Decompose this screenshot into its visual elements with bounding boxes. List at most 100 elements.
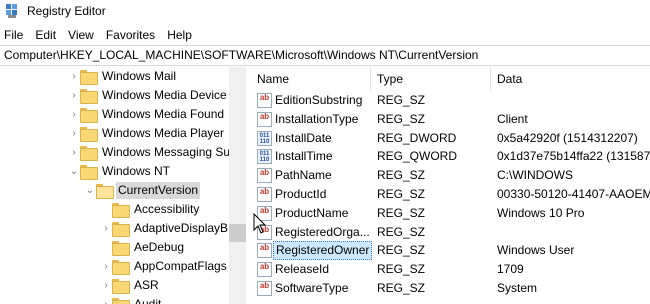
value-data: 0x1d37e75b14ffa22 (13158785 <box>497 149 650 164</box>
menu-edit[interactable]: Edit <box>29 25 62 45</box>
folder-icon <box>80 127 98 142</box>
value-type: REG_SZ <box>377 262 426 277</box>
value-row[interactable]: ab RegisteredOrga... REG_SZ <box>251 223 650 242</box>
value-data: System <box>497 281 538 295</box>
value-name: InstallDate <box>275 130 332 145</box>
value-data: Client <box>497 111 528 126</box>
address-bar[interactable]: Computer\HKEY_LOCAL_MACHINE\SOFTWARE\Mic… <box>0 45 650 66</box>
expand-chevron-icon[interactable]: › <box>68 86 80 105</box>
value-name: ReleaseId <box>275 262 330 277</box>
value-name: SoftwareType <box>275 281 349 295</box>
binary-value-icon: 011 110 <box>257 149 272 165</box>
tree-item-label: AppCompatFlags <box>134 259 227 273</box>
value-name: RegisteredOwner <box>273 241 373 261</box>
tree-item-label: Windows Mail <box>102 69 177 83</box>
value-name: ProductName <box>275 205 349 220</box>
tree-scrollbar-thumb[interactable] <box>229 224 246 242</box>
binary-value-icon: 011 110 <box>257 130 272 146</box>
tree-item-currentversion[interactable]: ⌄ CurrentVersion <box>84 181 201 200</box>
tree-item-aedebug[interactable]: AeDebug <box>100 238 186 257</box>
value-row[interactable]: 011 110 InstallDate REG_DWORD 0x5a42920f (1… <box>251 129 650 148</box>
expand-chevron-icon[interactable]: › <box>100 276 112 295</box>
expand-chevron-icon[interactable]: › <box>68 105 80 124</box>
menu-file[interactable]: File <box>0 25 29 45</box>
tree-scrollbar[interactable] <box>229 67 246 304</box>
value-name: InstallTime <box>275 149 333 164</box>
tree-item-label: CurrentVersion <box>116 182 201 199</box>
value-row[interactable]: ab ReleaseId REG_SZ 1709 <box>251 260 650 279</box>
tree-item-label: AeDebug <box>134 240 185 254</box>
tree-item-label: Windows NT <box>102 164 171 178</box>
expand-chevron-icon[interactable]: › <box>68 124 80 143</box>
folder-icon <box>80 70 98 85</box>
value-type: REG_DWORD <box>377 130 457 145</box>
value-row[interactable]: 011 110 InstallTime REG_QWORD 0x1d37e75b14f… <box>251 147 650 166</box>
column-header-name[interactable]: Name <box>251 67 371 91</box>
title-bar: Registry Editor <box>0 0 650 25</box>
string-value-icon: ab <box>257 111 272 127</box>
value-type: REG_SZ <box>377 168 426 183</box>
value-row[interactable]: ab ProductName REG_SZ Windows 10 Pro <box>251 204 650 223</box>
value-data: 1709 <box>497 262 524 277</box>
tree-item-appcompatflags[interactable]: › AppCompatFlags <box>100 257 229 276</box>
collapse-chevron-icon[interactable]: ⌄ <box>68 162 80 181</box>
folder-icon <box>112 241 130 256</box>
expand-chevron-icon[interactable]: › <box>100 295 112 304</box>
mouse-cursor-icon <box>253 213 267 234</box>
value-type: REG_SZ <box>377 205 426 220</box>
value-row[interactable]: ab InstallationType REG_SZ Client <box>251 110 650 129</box>
tree-item-label: Windows Media Device <box>102 88 227 102</box>
tree-item-windows-media-player[interactable]: › Windows Media Player <box>68 124 226 143</box>
tree-item-windows-messaging[interactable]: › Windows Messaging Su <box>68 143 230 162</box>
menu-favorites[interactable]: Favorites <box>100 25 161 45</box>
tree-item-label: AdaptiveDisplayB <box>134 221 229 235</box>
tree-item-windows-media-device[interactable]: › Windows Media Device <box>68 86 229 105</box>
string-value-icon: ab <box>257 168 272 184</box>
menu-view[interactable]: View <box>62 25 100 45</box>
window-title: Registry Editor <box>27 4 106 18</box>
value-row[interactable]: ab PathName REG_SZ C:\WINDOWS <box>251 166 650 185</box>
value-type: REG_SZ <box>377 93 426 107</box>
folder-icon <box>80 108 98 123</box>
expand-chevron-icon[interactable]: › <box>100 219 112 238</box>
tree-item-label: Audit <box>134 297 162 304</box>
expand-chevron-icon <box>100 238 112 257</box>
folder-icon <box>112 298 130 304</box>
tree-item-audit[interactable]: › Audit <box>100 295 163 304</box>
value-type: REG_QWORD <box>377 149 458 164</box>
key-tree[interactable]: › Windows Mail › Windows Media Device › … <box>0 67 230 304</box>
menu-help[interactable]: Help <box>161 25 198 45</box>
column-header-data[interactable]: Data <box>491 67 650 91</box>
expand-chevron-icon[interactable]: › <box>68 67 80 86</box>
string-value-icon: ab <box>257 243 272 259</box>
value-row[interactable]: ab ProductId REG_SZ 00330-50120-41407-AAOEM <box>251 185 650 204</box>
string-value-icon: ab <box>257 187 272 202</box>
value-data: C:\WINDOWS <box>497 168 573 183</box>
expand-chevron-icon[interactable]: › <box>68 143 80 162</box>
value-data <box>497 91 650 110</box>
tree-item-windows-nt[interactable]: ⌄ Windows NT <box>68 162 172 181</box>
tree-item-asr[interactable]: › ASR <box>100 276 161 295</box>
value-type: REG_SZ <box>377 187 426 201</box>
expand-chevron-icon[interactable]: › <box>100 257 112 276</box>
list-header: Name Type Data <box>251 67 650 91</box>
string-value-icon: ab <box>257 262 272 278</box>
value-row[interactable]: ab SoftwareType REG_SZ System <box>251 279 650 298</box>
tree-item-accessibility[interactable]: Accessibility <box>100 200 201 219</box>
value-name: RegisteredOrga... <box>275 224 370 239</box>
value-type: REG_SZ <box>377 224 426 239</box>
value-row[interactable]: ab EditionSubstring REG_SZ <box>251 91 650 110</box>
registry-editor-icon <box>6 4 17 18</box>
values-list[interactable]: Name Type Data ab EditionSubstring REG_SZ a… <box>251 67 650 304</box>
tree-item-label: Accessibility <box>134 202 200 216</box>
value-data <box>497 223 650 242</box>
folder-icon <box>112 279 130 294</box>
collapse-chevron-icon[interactable]: ⌄ <box>84 181 96 200</box>
tree-item-windows-mail[interactable]: › Windows Mail <box>68 67 178 86</box>
tree-item-adaptivedisplay[interactable]: › AdaptiveDisplayB <box>100 219 230 238</box>
value-data: 00330-50120-41407-AAOEM <box>497 187 650 201</box>
tree-item-windows-media-found[interactable]: › Windows Media Found <box>68 105 226 124</box>
value-row[interactable]: ab RegisteredOwner REG_SZ Windows User <box>251 241 650 261</box>
column-header-type[interactable]: Type <box>371 67 491 91</box>
value-data: Windows 10 Pro <box>497 205 585 220</box>
